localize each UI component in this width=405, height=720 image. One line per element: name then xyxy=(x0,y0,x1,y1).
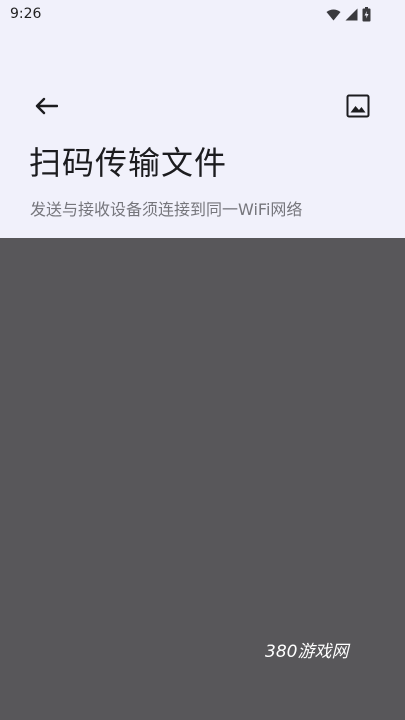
page-title: 扫码传输文件 xyxy=(29,144,228,182)
gallery-button[interactable] xyxy=(340,90,376,126)
screen: 9:26 扫码传输文件 发送与接收设备须连接到同一WiFi网络 380游戏网 xyxy=(0,0,405,720)
status-icons xyxy=(326,7,371,22)
image-icon xyxy=(346,94,370,122)
page-subtitle: 发送与接收设备须连接到同一WiFi网络 xyxy=(30,200,303,219)
watermark-text: 380游戏网 xyxy=(265,642,349,662)
back-button[interactable] xyxy=(28,90,64,126)
arrow-left-icon xyxy=(34,97,59,119)
header: 9:26 扫码传输文件 发送与接收设备须连接到同一WiFi网络 xyxy=(0,0,405,238)
status-bar: 9:26 xyxy=(0,0,405,28)
wifi-icon xyxy=(326,9,341,21)
battery-icon xyxy=(362,7,371,22)
signal-icon xyxy=(345,8,358,21)
status-time: 9:26 xyxy=(10,6,42,22)
